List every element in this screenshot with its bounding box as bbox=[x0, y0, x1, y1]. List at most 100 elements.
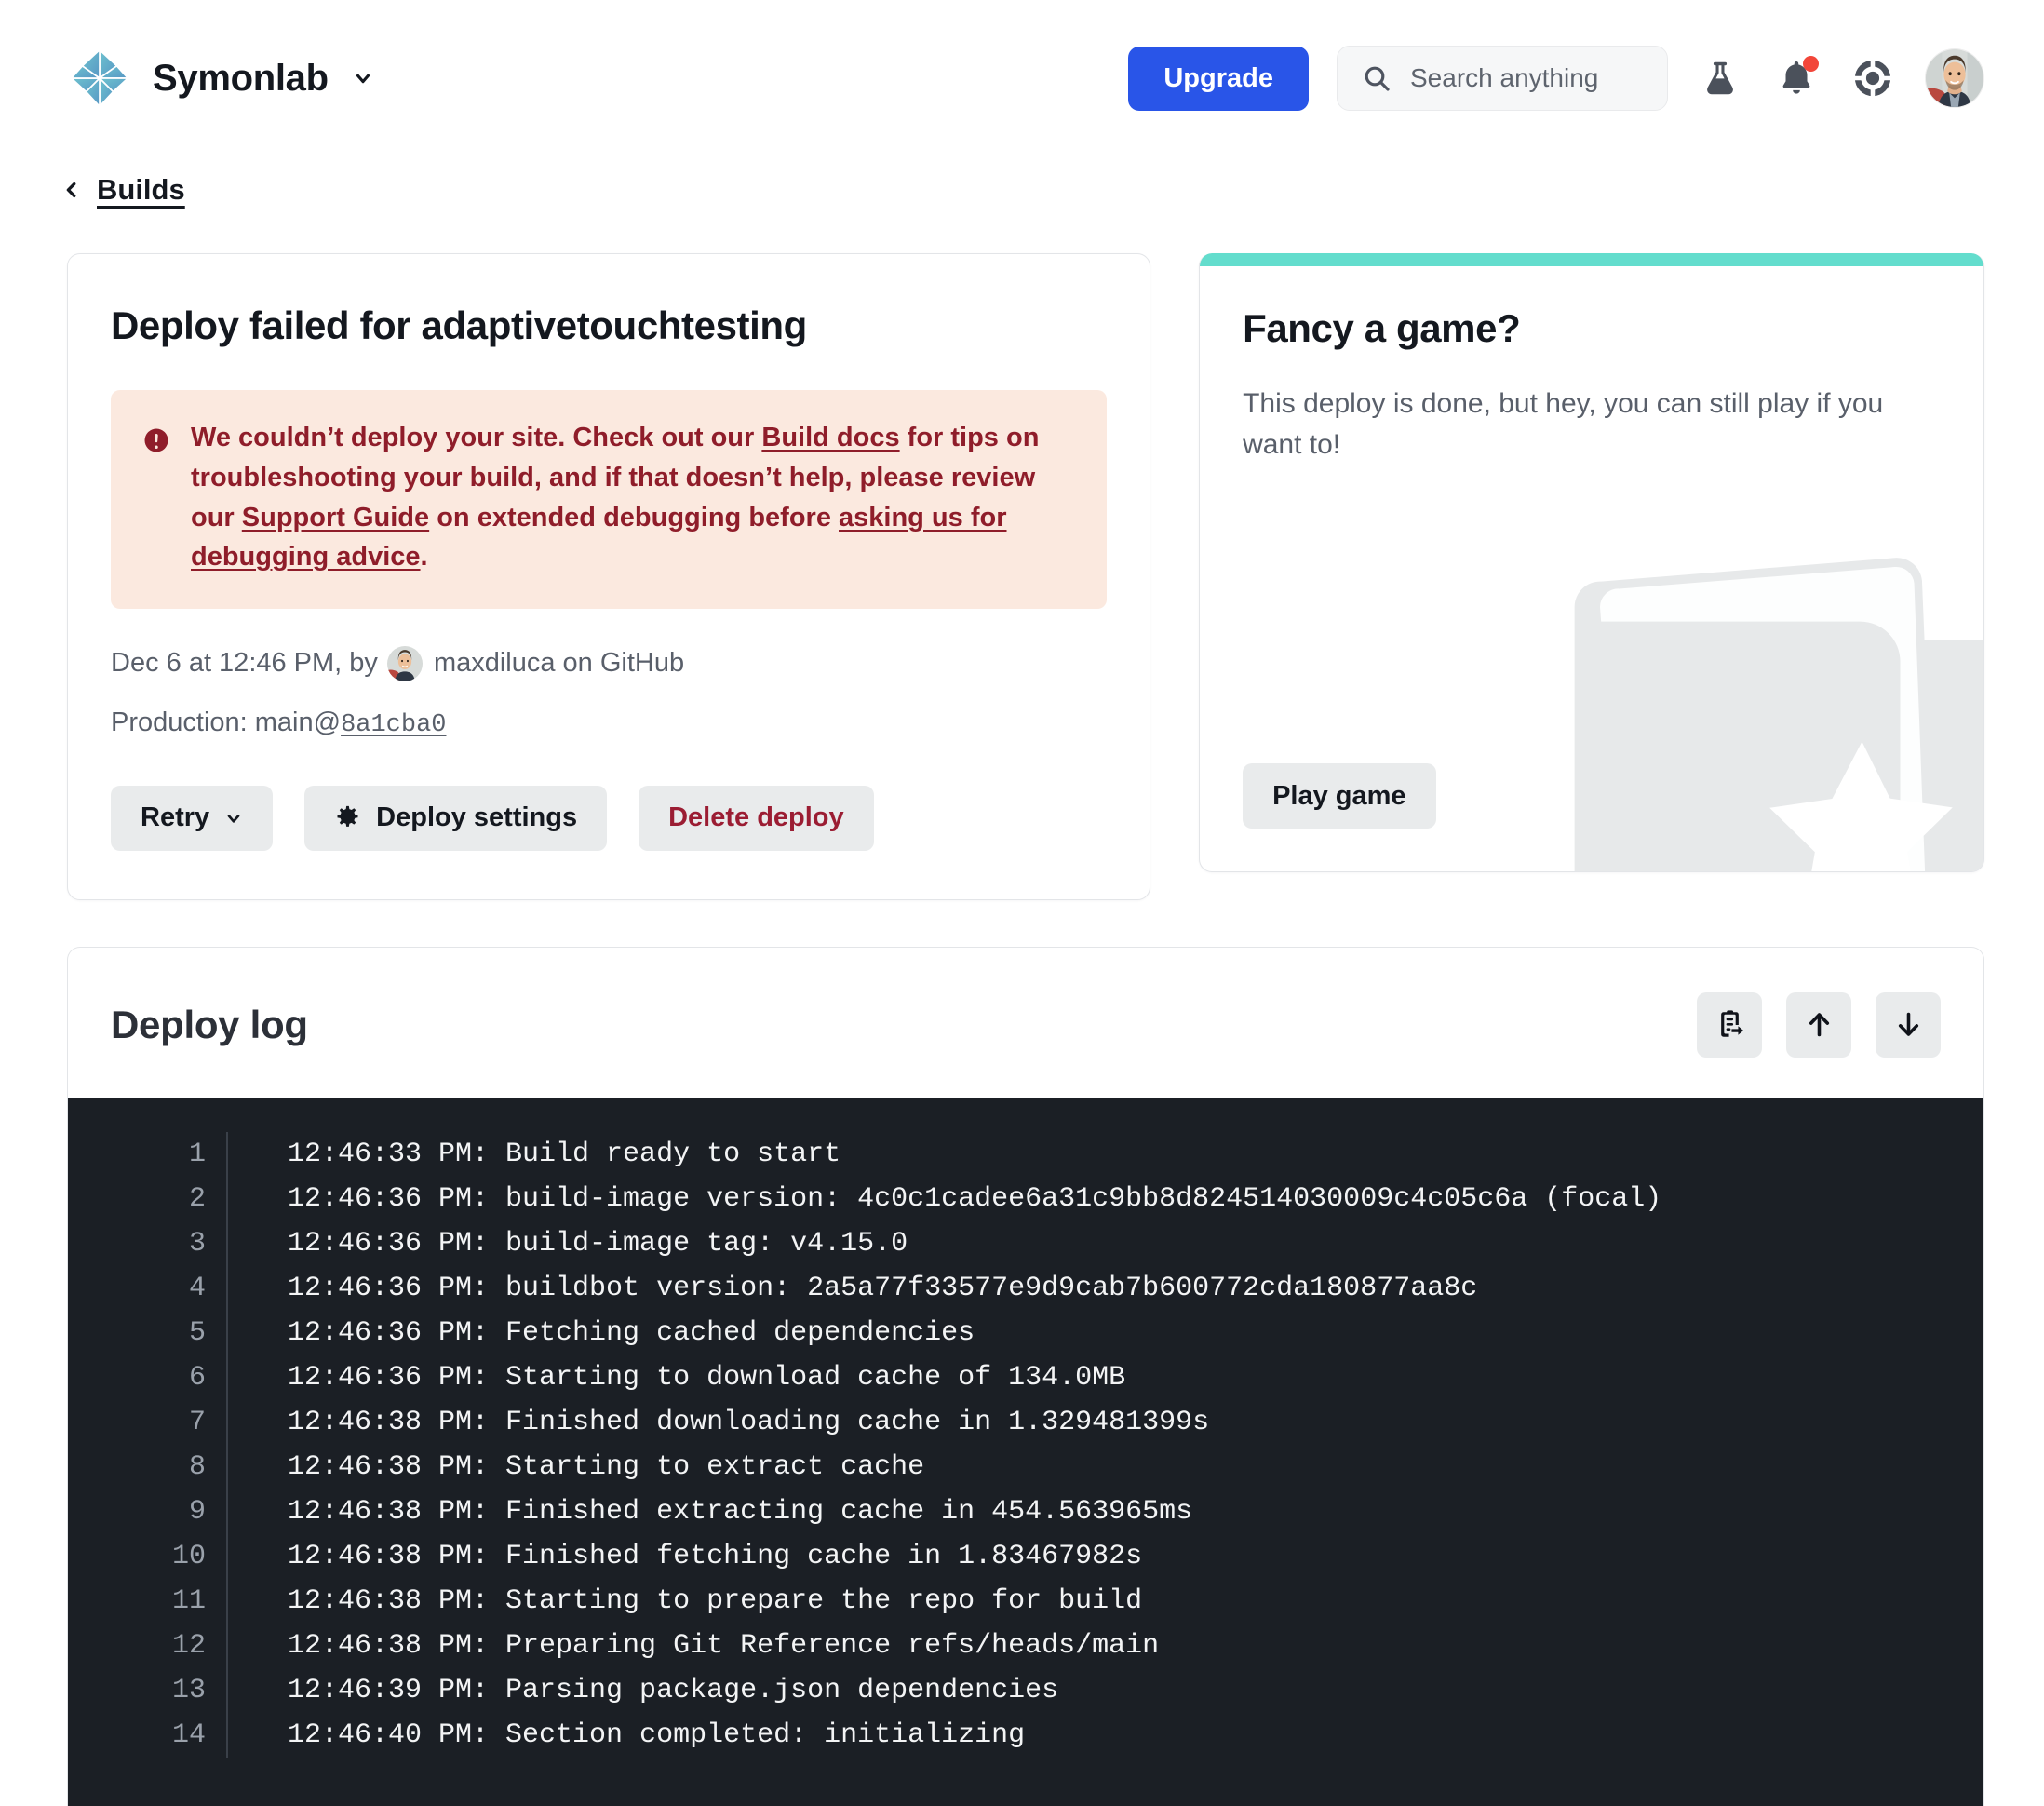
game-promo-card: Fancy a game? This deploy is done, but h… bbox=[1199, 253, 1984, 872]
log-line-number: 14 bbox=[68, 1712, 228, 1758]
play-game-button[interactable]: Play game bbox=[1243, 763, 1436, 829]
page-title: Deploy failed for adaptivetouchtesting bbox=[111, 303, 807, 347]
log-line: 10 12:46:38 PM: Finished fetching cache i… bbox=[68, 1533, 1983, 1579]
log-line-number: 13 bbox=[68, 1667, 228, 1713]
delete-deploy-button[interactable]: Delete deploy bbox=[639, 785, 874, 851]
log-line-text: 12:46:36 PM: build-image version: 4c0c1c… bbox=[288, 1182, 1662, 1215]
lifebuoy-icon bbox=[1852, 58, 1893, 99]
brand-name: Symonlab bbox=[153, 57, 329, 99]
log-line-number: 6 bbox=[68, 1354, 228, 1400]
search-input[interactable] bbox=[1410, 63, 1643, 93]
log-line-text: 12:46:40 PM: Section completed: initiali… bbox=[288, 1718, 1026, 1751]
log-line-text: 12:46:38 PM: Preparing Git Reference ref… bbox=[288, 1629, 1160, 1662]
deploy-settings-button[interactable]: Deploy settings bbox=[304, 785, 608, 851]
deploy-error-alert: We couldn’t deploy your site. Check out … bbox=[111, 390, 1108, 609]
log-line: 11 12:46:38 PM: Starting to prepare the r… bbox=[68, 1578, 1983, 1624]
breadcrumb-builds-link[interactable]: Builds bbox=[97, 173, 185, 207]
upgrade-button[interactable]: Upgrade bbox=[1128, 46, 1309, 111]
retry-label: Retry bbox=[141, 802, 210, 833]
chevron-down-icon bbox=[356, 74, 370, 84]
log-line-number: 8 bbox=[68, 1444, 228, 1489]
search-box[interactable] bbox=[1337, 46, 1668, 111]
log-line: 7 12:46:38 PM: Finished downloading cache… bbox=[68, 1399, 1983, 1445]
deploy-author: maxdiluca on GitHub bbox=[433, 648, 685, 679]
deploy-log-title: Deploy log bbox=[111, 1002, 308, 1046]
alert-text-part-1: We couldn’t deploy your site. Check out … bbox=[191, 423, 762, 453]
log-line: 14 12:46:40 PM: Section completed: initia… bbox=[68, 1712, 1983, 1758]
deploy-settings-label: Deploy settings bbox=[376, 802, 578, 833]
log-line: 1 12:46:33 PM: Build ready to start bbox=[68, 1131, 1983, 1177]
log-line-text: 12:46:39 PM: Parsing package.json depend… bbox=[288, 1674, 1059, 1706]
deploy-log-header: Deploy log bbox=[68, 948, 1983, 1098]
production-prefix: Production: main@ bbox=[111, 707, 342, 737]
alert-circle-icon bbox=[142, 426, 170, 577]
log-line-number: 12 bbox=[68, 1623, 228, 1668]
summary-cards-row: Deploy failed for adaptivetouchtesting W… bbox=[0, 223, 2044, 900]
log-line: 9 12:46:38 PM: Finished extracting cache … bbox=[68, 1489, 1983, 1534]
log-line-text: 12:46:36 PM: Fetching cached dependencie… bbox=[288, 1316, 975, 1349]
deploy-log-actions bbox=[1697, 991, 1941, 1058]
gear-icon bbox=[337, 806, 358, 828]
header-actions: Upgrade bbox=[1128, 46, 1984, 111]
deploy-timestamp: Dec 6 at 12:46 PM, by bbox=[111, 648, 378, 679]
flask-icon-button[interactable] bbox=[1696, 54, 1744, 102]
log-line-number: 3 bbox=[68, 1220, 228, 1266]
log-line-number: 5 bbox=[68, 1310, 228, 1355]
log-line-text: 12:46:38 PM: Finished fetching cache in … bbox=[288, 1540, 1143, 1572]
notification-badge bbox=[1803, 56, 1819, 72]
log-line-number: 4 bbox=[68, 1265, 228, 1311]
log-line-text: 12:46:38 PM: Starting to extract cache bbox=[288, 1450, 925, 1483]
log-line: 4 12:46:36 PM: buildbot version: 2a5a77f3… bbox=[68, 1265, 1983, 1311]
log-line: 6 12:46:36 PM: Starting to download cache… bbox=[68, 1354, 1983, 1400]
chevron-down-icon bbox=[227, 815, 240, 823]
breadcrumb[interactable]: Builds bbox=[0, 156, 2044, 223]
production-branch-line: Production: main@8a1cba0 bbox=[111, 708, 1107, 739]
log-line-text: 12:46:36 PM: build-image tag: v4.15.0 bbox=[288, 1227, 908, 1260]
alert-message: We couldn’t deploy your site. Check out … bbox=[191, 418, 1075, 577]
log-line: 2 12:46:36 PM: build-image version: 4c0c1… bbox=[68, 1176, 1983, 1221]
arrow-up-icon bbox=[1809, 1013, 1829, 1037]
log-line-number: 10 bbox=[68, 1533, 228, 1579]
log-line: 3 12:46:36 PM: build-image tag: v4.15.0 bbox=[68, 1220, 1983, 1266]
deploy-actions: Retry Deploy settings Delete deploy bbox=[111, 785, 1107, 851]
commit-hash-link[interactable]: 8a1cba0 bbox=[341, 711, 446, 739]
arrow-down-icon bbox=[1898, 1013, 1918, 1037]
support-guide-link[interactable]: Support Guide bbox=[242, 503, 429, 532]
log-line-text: 12:46:38 PM: Finished downloading cache … bbox=[288, 1406, 1210, 1438]
log-line-text: 12:46:36 PM: Starting to download cache … bbox=[288, 1361, 1126, 1394]
deploy-log-card: Deploy log 1 12:46:33 PM: Build ready to… bbox=[67, 946, 1984, 1806]
build-docs-link[interactable]: Build docs bbox=[761, 423, 899, 452]
log-line-number: 9 bbox=[68, 1489, 228, 1534]
notifications-button[interactable] bbox=[1772, 54, 1821, 102]
retry-button[interactable]: Retry bbox=[111, 785, 274, 851]
game-card-title: Fancy a game? bbox=[1243, 306, 1521, 350]
support-button[interactable] bbox=[1849, 54, 1897, 102]
log-line-text: 12:46:38 PM: Finished extracting cache i… bbox=[288, 1495, 1193, 1528]
alert-text-part-3: on extended debugging before bbox=[429, 502, 839, 532]
log-line: 8 12:46:38 PM: Starting to extract cache bbox=[68, 1444, 1983, 1489]
author-avatar bbox=[386, 645, 423, 681]
log-line-number: 2 bbox=[68, 1176, 228, 1221]
symonlab-diamond-logo-icon bbox=[70, 48, 129, 108]
user-avatar-image bbox=[1926, 49, 1983, 107]
chevron-left-icon bbox=[66, 182, 76, 198]
search-icon bbox=[1365, 66, 1390, 91]
log-line-text: 12:46:38 PM: Starting to prepare the rep… bbox=[288, 1584, 1143, 1617]
copy-log-button[interactable] bbox=[1697, 991, 1762, 1058]
deploy-status-card: Deploy failed for adaptivetouchtesting W… bbox=[67, 253, 1151, 900]
flask-icon bbox=[1707, 61, 1733, 95]
log-line-number: 1 bbox=[68, 1131, 228, 1177]
log-line: 12 12:46:38 PM: Preparing Git Reference r… bbox=[68, 1623, 1983, 1668]
log-line: 5 12:46:36 PM: Fetching cached dependenci… bbox=[68, 1310, 1983, 1355]
scroll-to-top-button[interactable] bbox=[1786, 991, 1851, 1058]
deploy-log-output[interactable]: 1 12:46:33 PM: Build ready to start 2 12:46… bbox=[68, 1098, 1983, 1806]
deploy-meta: Dec 6 at 12:46 PM, by maxdiluca on GitHu… bbox=[111, 645, 1107, 681]
log-line-text: 12:46:36 PM: buildbot version: 2a5a77f33… bbox=[288, 1272, 1478, 1304]
scroll-to-bottom-button[interactable] bbox=[1876, 991, 1941, 1058]
avatar[interactable] bbox=[1925, 48, 1984, 108]
log-line: 13 12:46:39 PM: Parsing package.json depe… bbox=[68, 1667, 1983, 1713]
log-line-number: 7 bbox=[68, 1399, 228, 1445]
game-card-body: This deploy is done, but hey, you can st… bbox=[1243, 388, 1884, 460]
log-line-text: 12:46:33 PM: Build ready to start bbox=[288, 1138, 841, 1170]
brand-switcher[interactable]: Symonlab bbox=[69, 47, 373, 109]
